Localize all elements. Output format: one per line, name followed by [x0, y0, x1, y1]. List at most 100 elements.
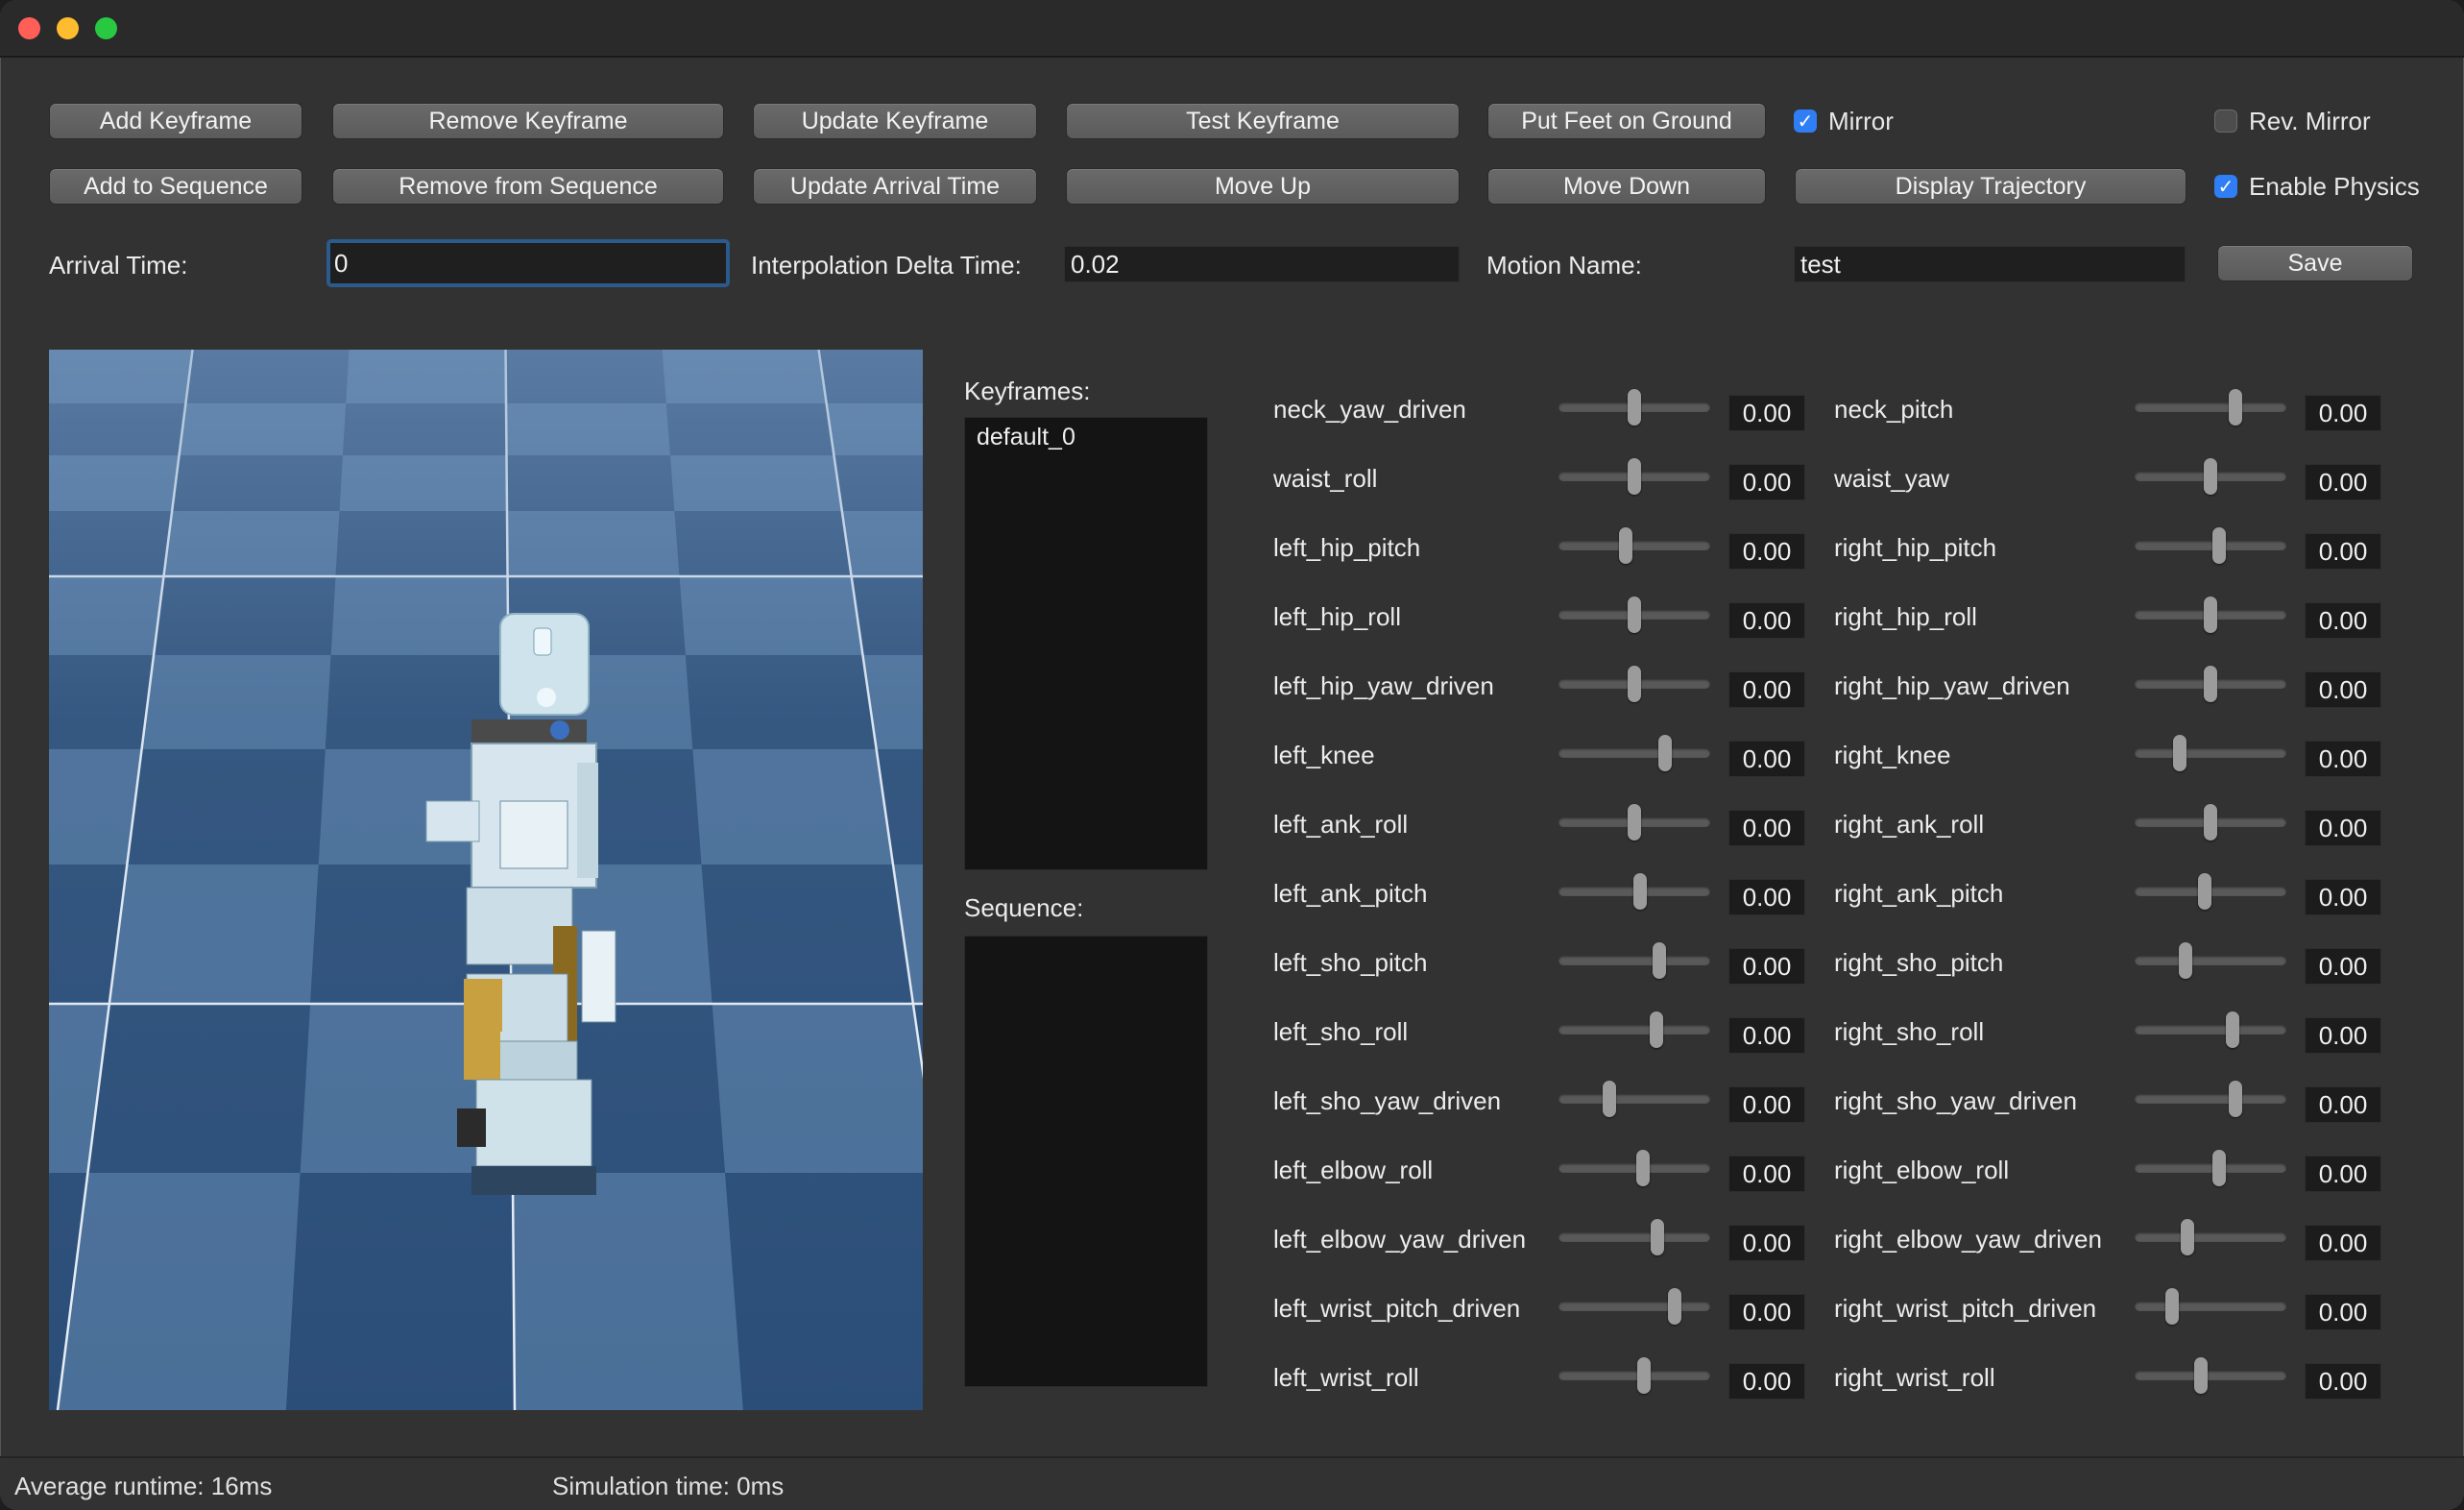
- slider-handle[interactable]: [1619, 527, 1632, 564]
- joint-slider[interactable]: [2135, 389, 2286, 426]
- sequence-list[interactable]: [964, 936, 1208, 1387]
- slider-handle[interactable]: [2226, 1011, 2239, 1048]
- joint-slider[interactable]: [1558, 1288, 1710, 1325]
- arrival-time-input[interactable]: 0: [326, 239, 730, 287]
- move-down-button[interactable]: Move Down: [1487, 168, 1766, 205]
- joint-slider[interactable]: [1558, 527, 1710, 564]
- slider-handle[interactable]: [1650, 1011, 1663, 1048]
- joint-value-field[interactable]: 0.00: [1728, 533, 1805, 570]
- slider-handle[interactable]: [1628, 458, 1641, 495]
- slider-handle[interactable]: [2194, 1357, 2208, 1394]
- joint-slider[interactable]: [2135, 1150, 2286, 1186]
- joint-slider[interactable]: [2135, 1357, 2286, 1394]
- joint-slider[interactable]: [1558, 804, 1710, 840]
- joint-value-field[interactable]: 0.00: [1728, 464, 1805, 500]
- joint-slider[interactable]: [2135, 873, 2286, 910]
- joint-value-field[interactable]: 0.00: [2305, 1017, 2381, 1054]
- slider-handle[interactable]: [2229, 1081, 2242, 1117]
- slider-handle[interactable]: [1668, 1288, 1681, 1325]
- joint-value-field[interactable]: 0.00: [1728, 1086, 1805, 1123]
- slider-handle[interactable]: [2212, 1150, 2226, 1186]
- slider-handle[interactable]: [2229, 389, 2242, 426]
- joint-value-field[interactable]: 0.00: [1728, 602, 1805, 639]
- save-button[interactable]: Save: [2217, 245, 2413, 281]
- joint-slider[interactable]: [2135, 597, 2286, 633]
- slider-handle[interactable]: [2173, 735, 2186, 771]
- joint-value-field[interactable]: 0.00: [2305, 395, 2381, 431]
- joint-value-field[interactable]: 0.00: [1728, 1294, 1805, 1330]
- slider-handle[interactable]: [2204, 597, 2217, 633]
- slider-handle[interactable]: [1628, 804, 1641, 840]
- slider-handle[interactable]: [1653, 942, 1666, 979]
- joint-value-field[interactable]: 0.00: [2305, 1363, 2381, 1400]
- enable-physics-checkbox[interactable]: ✓ Enable Physics: [2214, 169, 2420, 204]
- remove-from-sequence-button[interactable]: Remove from Sequence: [332, 168, 724, 205]
- joint-value-field[interactable]: 0.00: [2305, 1225, 2381, 1261]
- keyframes-list[interactable]: default_0: [964, 417, 1208, 870]
- joint-slider[interactable]: [1558, 1081, 1710, 1117]
- joint-slider[interactable]: [1558, 735, 1710, 771]
- joint-value-field[interactable]: 0.00: [2305, 879, 2381, 915]
- mirror-checkbox[interactable]: ✓ Mirror: [1794, 104, 1894, 138]
- joint-value-field[interactable]: 0.00: [2305, 533, 2381, 570]
- slider-handle[interactable]: [1651, 1219, 1664, 1255]
- slider-handle[interactable]: [1658, 735, 1672, 771]
- joint-value-field[interactable]: 0.00: [2305, 741, 2381, 777]
- simulation-viewport[interactable]: [49, 350, 923, 1410]
- joint-slider[interactable]: [2135, 1288, 2286, 1325]
- update-keyframe-button[interactable]: Update Keyframe: [753, 103, 1037, 139]
- joint-slider[interactable]: [1558, 389, 1710, 426]
- test-keyframe-button[interactable]: Test Keyframe: [1066, 103, 1460, 139]
- joint-slider[interactable]: [1558, 1219, 1710, 1255]
- joint-value-field[interactable]: 0.00: [2305, 602, 2381, 639]
- joint-value-field[interactable]: 0.00: [1728, 395, 1805, 431]
- joint-value-field[interactable]: 0.00: [1728, 1363, 1805, 1400]
- joint-slider[interactable]: [1558, 458, 1710, 495]
- joint-slider[interactable]: [2135, 804, 2286, 840]
- list-item[interactable]: default_0: [977, 424, 1075, 451]
- joint-slider[interactable]: [2135, 527, 2286, 564]
- display-trajectory-button[interactable]: Display Trajectory: [1795, 168, 2186, 205]
- joint-slider[interactable]: [1558, 873, 1710, 910]
- joint-slider[interactable]: [1558, 1357, 1710, 1394]
- maximize-window-button[interactable]: [95, 17, 117, 39]
- joint-value-field[interactable]: 0.00: [1728, 810, 1805, 846]
- slider-handle[interactable]: [2204, 804, 2217, 840]
- joint-slider[interactable]: [2135, 735, 2286, 771]
- slider-handle[interactable]: [1636, 1150, 1650, 1186]
- slider-handle[interactable]: [2165, 1288, 2179, 1325]
- slider-handle[interactable]: [1633, 873, 1647, 910]
- motion-name-input[interactable]: test: [1794, 246, 2186, 282]
- rev-mirror-checkbox[interactable]: Rev. Mirror: [2214, 104, 2371, 138]
- joint-value-field[interactable]: 0.00: [2305, 671, 2381, 708]
- joint-slider[interactable]: [2135, 458, 2286, 495]
- joint-slider[interactable]: [2135, 1011, 2286, 1048]
- update-arrival-time-button[interactable]: Update Arrival Time: [753, 168, 1037, 205]
- slider-handle[interactable]: [2179, 942, 2192, 979]
- joint-value-field[interactable]: 0.00: [2305, 1086, 2381, 1123]
- slider-handle[interactable]: [1603, 1081, 1616, 1117]
- slider-handle[interactable]: [1637, 1357, 1651, 1394]
- joint-slider[interactable]: [1558, 666, 1710, 702]
- joint-value-field[interactable]: 0.00: [2305, 464, 2381, 500]
- joint-value-field[interactable]: 0.00: [2305, 1156, 2381, 1192]
- joint-slider[interactable]: [1558, 942, 1710, 979]
- slider-handle[interactable]: [2204, 666, 2217, 702]
- joint-slider[interactable]: [1558, 1011, 1710, 1048]
- joint-value-field[interactable]: 0.00: [2305, 1294, 2381, 1330]
- put-feet-on-ground-button[interactable]: Put Feet on Ground: [1487, 103, 1766, 139]
- joint-slider[interactable]: [2135, 942, 2286, 979]
- joint-value-field[interactable]: 0.00: [1728, 879, 1805, 915]
- close-window-button[interactable]: [18, 17, 40, 39]
- joint-value-field[interactable]: 0.00: [1728, 671, 1805, 708]
- add-to-sequence-button[interactable]: Add to Sequence: [49, 168, 302, 205]
- minimize-window-button[interactable]: [57, 17, 79, 39]
- slider-handle[interactable]: [1628, 666, 1641, 702]
- move-up-button[interactable]: Move Up: [1066, 168, 1460, 205]
- add-keyframe-button[interactable]: Add Keyframe: [49, 103, 302, 139]
- interpolation-delta-time-input[interactable]: 0.02: [1064, 246, 1460, 282]
- joint-value-field[interactable]: 0.00: [1728, 948, 1805, 985]
- joint-value-field[interactable]: 0.00: [1728, 741, 1805, 777]
- joint-slider[interactable]: [1558, 597, 1710, 633]
- slider-handle[interactable]: [2204, 458, 2217, 495]
